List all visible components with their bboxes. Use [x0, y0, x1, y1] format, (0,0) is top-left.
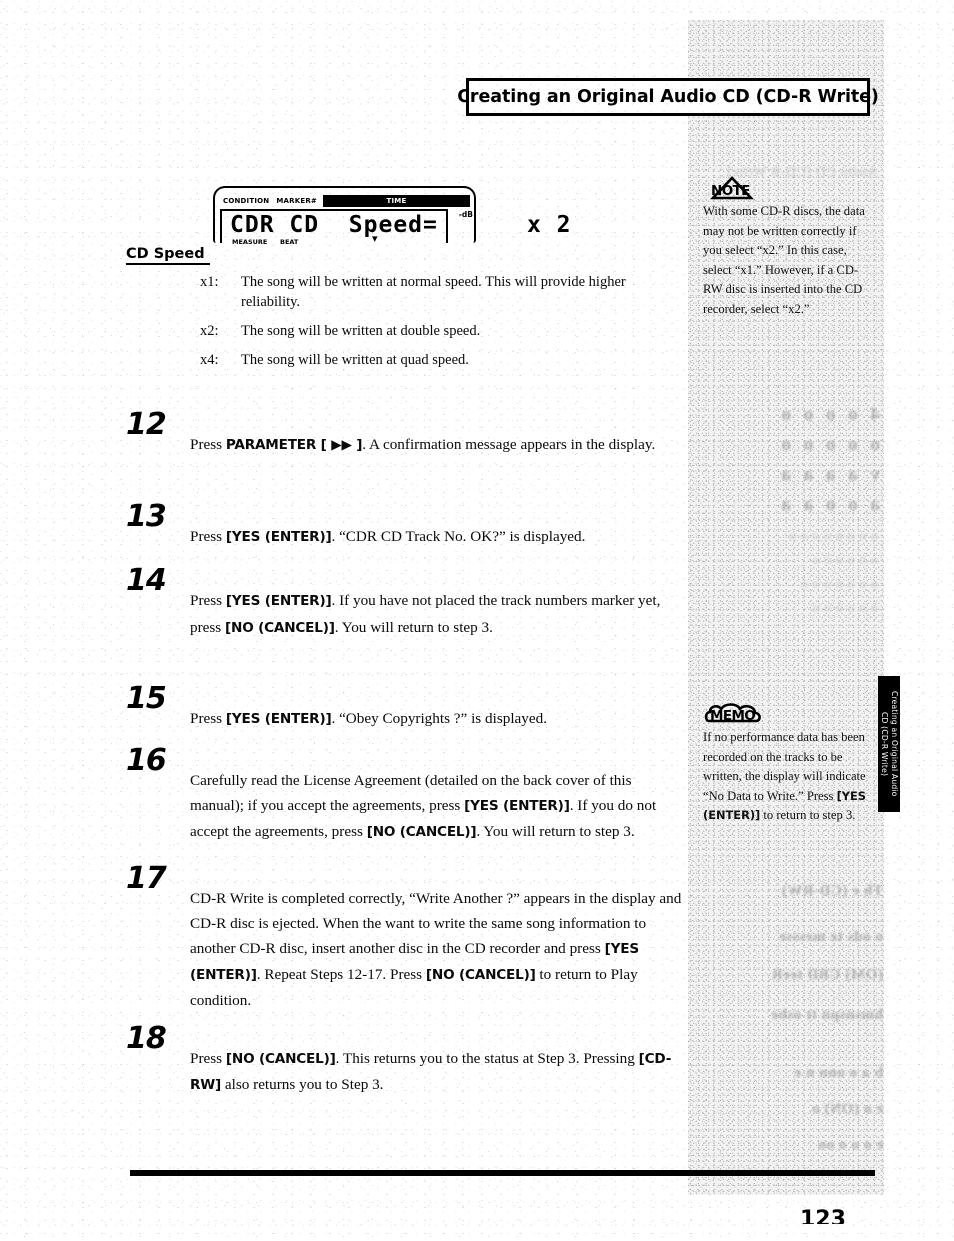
step-number: 17: [126, 861, 167, 896]
ghost-bleedthrough-bottom: b a o onn n ee o (ON) oe o o o oo: [793, 1065, 883, 1153]
step-text: Carefully read the License Agreement (de…: [190, 772, 657, 840]
step-text: Press [NO (CANCEL)]. This returns you to…: [190, 1050, 672, 1093]
step-number: 12: [126, 407, 167, 442]
step-18: 18 Press [NO (CANCEL)]. This returns you…: [126, 1021, 686, 1098]
step-14: 14 Press [YES (ENTER)]. If you have not …: [126, 563, 686, 641]
scanned-manual-page: Audio CD (CD-R Write) 4 o o o oo o o o o…: [0, 0, 954, 1241]
step-number: 16: [126, 743, 167, 778]
key-label: [YES (ENTER)]: [464, 798, 570, 814]
lcd-label-db: -dB: [458, 210, 473, 219]
step-number: 13: [126, 499, 167, 534]
key-label: [NO (CANCEL)]: [366, 824, 477, 840]
section-thumb-tab: Creating an Original Audio CD (CD-R Writ…: [878, 676, 900, 812]
lcd-display-illustration: CONDITION MARKER# TIME CDR CD Speed= x 2…: [213, 186, 571, 246]
footer-rule: [130, 1170, 875, 1176]
cd-speed-option-key: x4:: [200, 352, 219, 368]
step-16: 16 Carefully read the License Agreement …: [126, 743, 686, 845]
cd-speed-option-list: x1: The song will be written at normal s…: [200, 272, 670, 379]
lcd-time-bar: TIME: [323, 195, 470, 207]
key-label: [YES (ENTER)]: [190, 941, 639, 983]
ghost-bleedthrough-lower: Th e (CD-RW) o ods te messse: [778, 883, 883, 945]
section-thumb-tab-label: Creating an Original Audio CD (CD-R Writ…: [880, 691, 899, 797]
ghost-bleedthrough-lower2: (OM) CBD teeR hmsnspn tt osbe: [770, 967, 883, 1023]
ghost-bleedthrough-mid: o o o o o o o oo o o o o oo o o o o o oo…: [788, 529, 879, 616]
step-text: Press [YES (ENTER)]. If you have not pla…: [190, 592, 661, 636]
lcd-screen: CDR CD Speed= x 2 ▾ MEASURE BEAT: [220, 209, 571, 246]
ghost-bleedthrough-upper: 4 o o o oo o o o ov a a a aa o o a a: [777, 404, 881, 515]
lcd-label-measure: MEASURE: [232, 238, 268, 246]
step-text: Press [YES (ENTER)]. “CDR CD Track No. O…: [190, 528, 586, 545]
note-badge: NOTE: [703, 176, 873, 200]
lcd-label-condition: CONDITION: [223, 197, 270, 205]
key-label: PARAMETER [ ▶▶ ]: [225, 437, 363, 453]
step-number: 14: [126, 563, 167, 598]
cd-speed-option-key: x2:: [200, 323, 219, 339]
step-15: 15 Press [YES (ENTER)]. “Obey Copyrights…: [126, 681, 686, 733]
cd-speed-option: x4: The song will be written at quad spe…: [200, 350, 670, 370]
key-label: [NO (CANCEL)]: [225, 619, 335, 636]
step-number: 15: [126, 681, 167, 716]
cd-speed-option-key: x1:: [200, 274, 219, 290]
step-number: 18: [126, 1021, 167, 1056]
page-title: Creating an Original Audio CD (CD-R Writ…: [457, 87, 879, 107]
step-17: 17 CD-R Write is completed correctly, “W…: [126, 861, 686, 1013]
cd-speed-option: x2: The song will be written at double s…: [200, 321, 670, 341]
cd-speed-heading: CD Speed: [126, 246, 210, 265]
memo-badge: MEMO: [703, 702, 873, 726]
lcd-label-beat: BEAT: [280, 238, 299, 246]
cd-speed-option-desc: The song will be written at double speed…: [241, 323, 481, 339]
key-label: [YES (ENTER)]: [225, 711, 332, 727]
lcd-status-row: CONDITION MARKER# TIME: [223, 195, 470, 207]
key-label: [NO (CANCEL)]: [225, 1051, 336, 1067]
key-label: [YES (ENTER)]: [225, 529, 332, 545]
lcd-label-time: TIME: [386, 197, 407, 205]
page-number: 123: [800, 1209, 846, 1224]
memo-text: If no performance data has been recorded…: [703, 730, 867, 823]
step-13: 13 Press [YES (ENTER)]. “CDR CD Track No…: [126, 499, 686, 551]
step-text: CD-R Write is completed correctly, “Writ…: [190, 890, 682, 1009]
step-12: 12 Press PARAMETER [ ▶▶ ]. A confirmatio…: [126, 407, 686, 459]
lcd-label-marker: MARKER#: [276, 197, 317, 205]
step-text: Press PARAMETER [ ▶▶ ]. A confirmation m…: [190, 436, 656, 453]
page-title-banner: Creating an Original Audio CD (CD-R Writ…: [457, 78, 879, 116]
note-text: With some CD-R discs, the data may not b…: [703, 204, 865, 316]
key-label: [YES (ENTER)]: [225, 593, 332, 609]
cd-speed-option: x1: The song will be written at normal s…: [200, 272, 670, 312]
lcd-cursor-icon: ▾: [372, 233, 378, 245]
lcd-screen-text: CDR CD Speed= x 2: [230, 212, 572, 238]
note-badge-label: NOTE: [711, 183, 750, 199]
step-text: Press [YES (ENTER)]. “Obey Copyrights ?”…: [190, 710, 548, 727]
note-sidebar: NOTE With some CD-R discs, the data may …: [703, 176, 873, 319]
cd-speed-option-desc: The song will be written at normal speed…: [241, 274, 626, 310]
key-label: [YES (ENTER)]: [703, 788, 867, 823]
key-label: [NO (CANCEL)]: [425, 967, 536, 983]
cd-speed-option-desc: The song will be written at quad speed.: [241, 352, 469, 368]
memo-sidebar: MEMO If no performance data has been rec…: [703, 702, 873, 826]
memo-badge-label: MEMO: [710, 708, 756, 724]
